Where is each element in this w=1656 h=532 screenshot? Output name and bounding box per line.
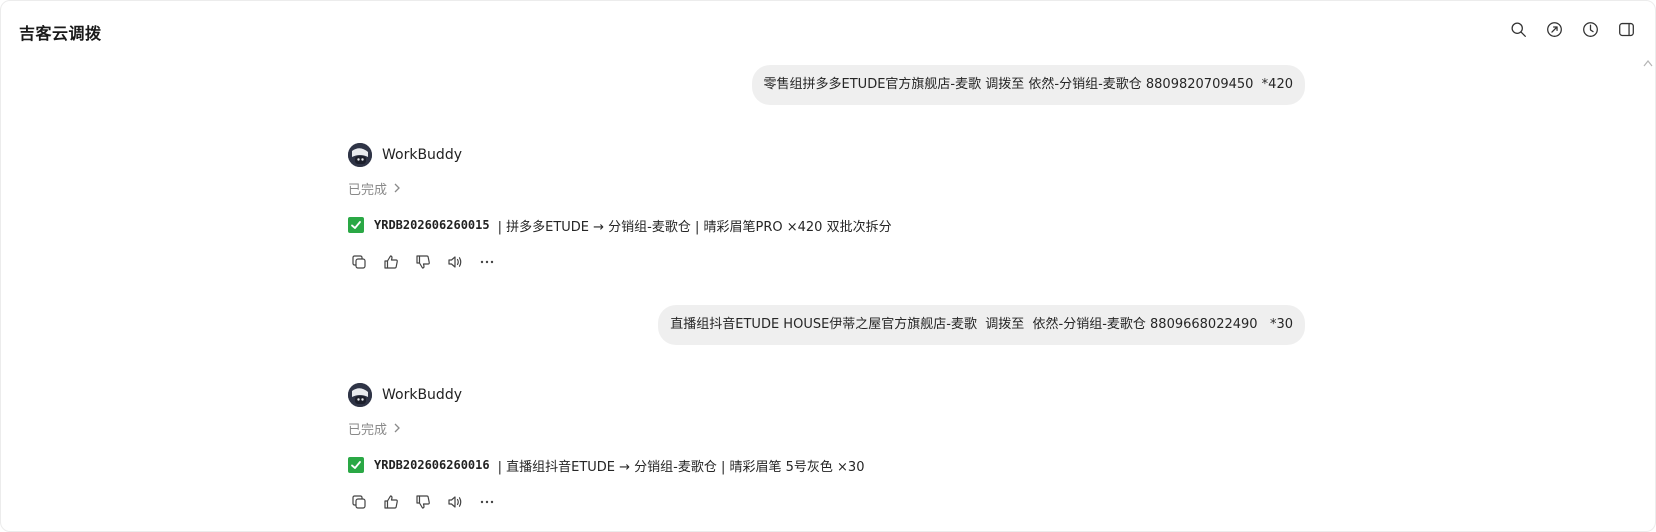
sidebar-toggle-icon[interactable] [1617, 20, 1635, 38]
thumbs-up-icon[interactable] [383, 254, 399, 270]
copy-icon[interactable] [351, 254, 367, 270]
assistant-message: WorkBuddy 已完成 YRDB202606260016 | 直播组抖音ET… [348, 382, 1328, 512]
transfer-order-code: YRDB202606260015 [374, 218, 490, 232]
more-icon[interactable] [479, 254, 495, 270]
search-icon[interactable] [1509, 20, 1527, 38]
thumbs-down-icon[interactable] [415, 494, 431, 510]
app-title: 吉客云调拨 [19, 24, 102, 43]
status-toggle[interactable]: 已完成 [348, 418, 1328, 438]
toolbar [1509, 20, 1635, 38]
thumbs-up-icon[interactable] [383, 494, 399, 510]
user-message-bubble: 零售组拼多多ETUDE官方旗舰店-麦歌 调拨至 依然-分销组-麦歌仓 88098… [751, 65, 1305, 105]
avatar [348, 143, 372, 167]
result-text: | 拼多多ETUDE → 分销组-麦歌仓 | 晴彩眉笔PRO ×420 双批次拆… [497, 219, 892, 235]
message-actions [348, 492, 1328, 512]
status-label: 已完成 [348, 422, 388, 438]
assistant-name: WorkBuddy [382, 147, 462, 163]
assistant-header: WorkBuddy [348, 382, 1328, 408]
user-message-bubble: 直播组抖音ETUDE HOUSE伊蒂之屋官方旗舰店-麦歌 调拨至 依然-分销组-… [658, 305, 1305, 345]
assistant-message: WorkBuddy 已完成 YRDB202606260015 | 拼多多ETUD… [348, 142, 1328, 272]
avatar [348, 383, 372, 407]
more-icon[interactable] [479, 494, 495, 510]
assistant-header: WorkBuddy [348, 142, 1328, 168]
share-icon[interactable] [1545, 20, 1563, 38]
result-text: | 直播组抖音ETUDE → 分销组-麦歌仓 | 晴彩眉笔 5号灰色 ×30 [497, 459, 865, 475]
title-bar: 吉客云调拨 [1, 1, 1655, 61]
chevron-right-icon [393, 423, 401, 433]
history-icon[interactable] [1581, 20, 1599, 38]
result-line: YRDB202606260016 | 直播组抖音ETUDE → 分销组-麦歌仓 … [348, 454, 1328, 476]
assistant-name: WorkBuddy [382, 387, 462, 403]
message-actions [348, 252, 1328, 272]
speaker-icon[interactable] [447, 494, 463, 510]
check-icon [348, 217, 364, 233]
status-label: 已完成 [348, 182, 388, 198]
status-toggle[interactable]: 已完成 [348, 178, 1328, 198]
scroll-up-arrow-icon[interactable] [1643, 59, 1653, 67]
copy-icon[interactable] [351, 494, 367, 510]
app-window: 吉客云调拨 零售组拼多多ETUDE官方旗舰店-麦歌 调拨至 依然-分销组-麦歌仓… [0, 0, 1656, 532]
speaker-icon[interactable] [447, 254, 463, 270]
transfer-order-code: YRDB202606260016 [374, 458, 490, 472]
chevron-right-icon [393, 183, 401, 193]
result-line: YRDB202606260015 | 拼多多ETUDE → 分销组-麦歌仓 | … [348, 214, 1328, 236]
check-icon [348, 457, 364, 473]
thumbs-down-icon[interactable] [415, 254, 431, 270]
